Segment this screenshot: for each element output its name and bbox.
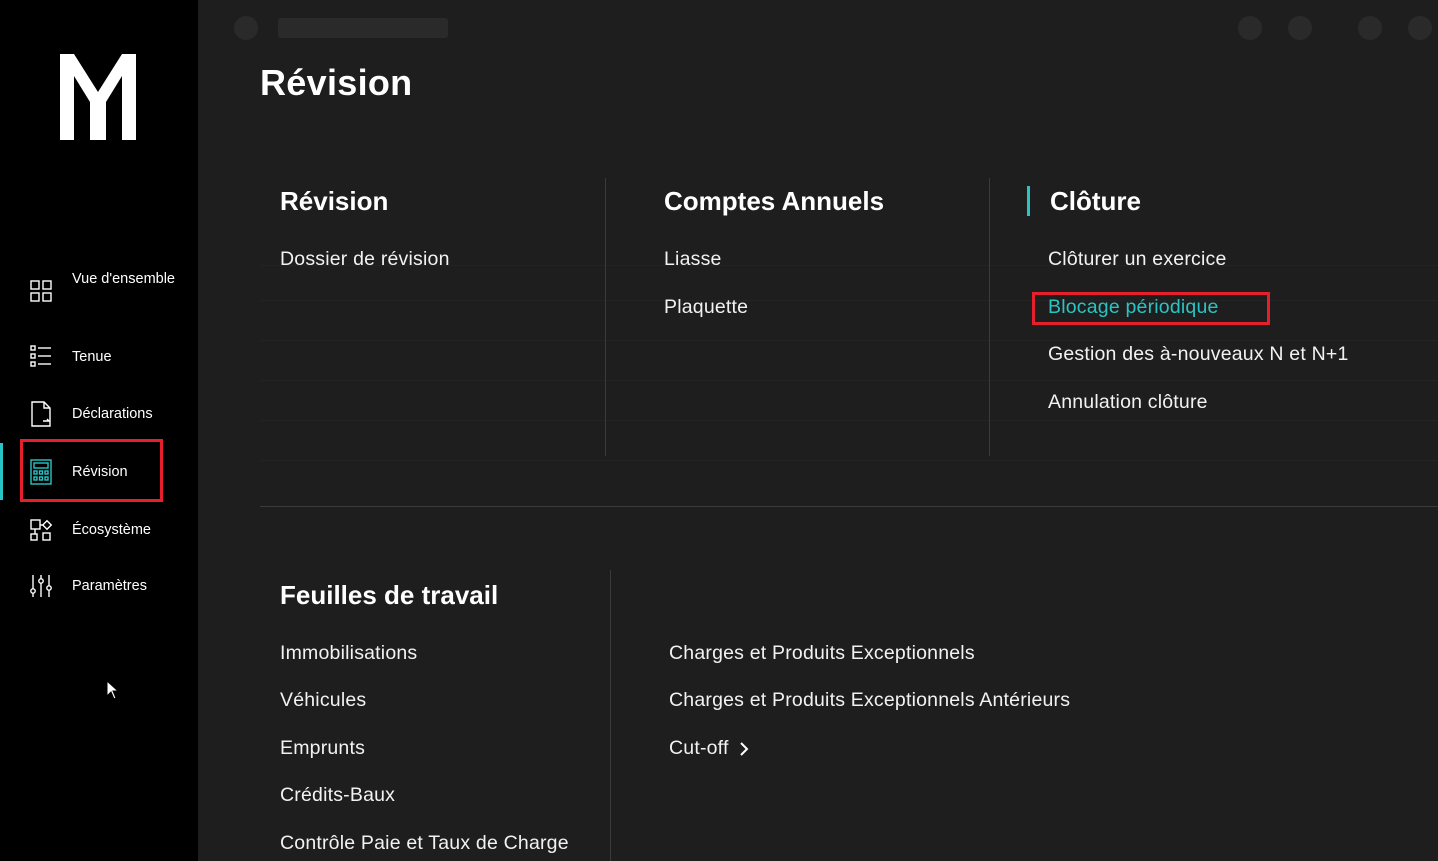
sidebar-item-label: Déclarations	[72, 406, 153, 422]
mouse-cursor-icon	[106, 680, 120, 700]
sidebar-item-label: Révision	[72, 464, 128, 480]
ecosystem-icon	[28, 517, 54, 543]
section-accent-bar	[1027, 186, 1030, 216]
calculator-icon	[28, 459, 54, 485]
sidebar-item-revision[interactable]: Révision	[0, 457, 198, 487]
page-title: Révision	[260, 62, 413, 103]
sidebar-item-label: Paramètres	[72, 578, 147, 594]
link-vehicules[interactable]: Véhicules	[280, 689, 366, 712]
main-panel: Révision Révision Dossier de révision Co…	[198, 0, 1438, 861]
link-immobilisations[interactable]: Immobilisations	[280, 642, 417, 665]
sidebar-item-label: Vue d'ensemble	[72, 271, 175, 287]
sidebar-item-declarations[interactable]: Déclarations	[0, 400, 198, 428]
link-dossier-revision[interactable]: Dossier de révision	[280, 248, 450, 271]
chevron-right-icon	[739, 742, 748, 756]
divider	[605, 178, 606, 456]
link-blocage-periodique[interactable]: Blocage périodique	[1048, 296, 1219, 319]
list-icon	[28, 343, 54, 369]
grid-icon	[28, 278, 54, 304]
sidebar-item-overview[interactable]: Vue d'ensemble	[0, 268, 198, 314]
document-icon	[28, 401, 54, 427]
sidebar-item-label: Écosystème	[72, 522, 151, 538]
link-gestion-a-nouveaux[interactable]: Gestion des à-nouveaux N et N+1	[1048, 343, 1349, 366]
link-controle-paie[interactable]: Contrôle Paie et Taux de Charge	[280, 832, 569, 855]
link-charges-produits-exceptionnels[interactable]: Charges et Produits Exceptionnels	[669, 642, 975, 665]
section-heading-revision: Révision	[280, 186, 389, 216]
sidebar-item-tenue[interactable]: Tenue	[0, 343, 198, 369]
link-annulation-cloture[interactable]: Annulation clôture	[1048, 391, 1208, 414]
link-liasse[interactable]: Liasse	[664, 248, 722, 271]
sidebar: Vue d'ensemble Tenue Déclarations Révisi…	[0, 0, 198, 861]
link-cut-off[interactable]: Cut-off	[669, 737, 749, 760]
link-cut-off-label: Cut-off	[669, 737, 729, 759]
sidebar-item-label: Tenue	[72, 349, 112, 365]
link-plaquette[interactable]: Plaquette	[664, 296, 748, 319]
section-heading-comptes-annuels: Comptes Annuels	[664, 186, 885, 216]
divider	[989, 178, 990, 456]
background-toolbar	[218, 10, 1438, 44]
link-credits-baux[interactable]: Crédits-Baux	[280, 784, 395, 807]
section-heading-cloture: Clôture	[1050, 186, 1141, 216]
section-heading-feuilles: Feuilles de travail	[280, 580, 499, 610]
logo	[60, 54, 136, 140]
sidebar-item-ecosysteme[interactable]: Écosystème	[0, 517, 198, 543]
link-charges-produits-exceptionnels-anterieurs[interactable]: Charges et Produits Exceptionnels Antéri…	[669, 689, 1070, 712]
link-emprunts[interactable]: Emprunts	[280, 737, 365, 760]
divider	[610, 570, 611, 861]
sliders-icon	[28, 573, 54, 599]
horizontal-divider	[260, 506, 1438, 507]
link-cloturer-exercice[interactable]: Clôturer un exercice	[1048, 248, 1227, 271]
sidebar-item-parametres[interactable]: Paramètres	[0, 573, 198, 599]
